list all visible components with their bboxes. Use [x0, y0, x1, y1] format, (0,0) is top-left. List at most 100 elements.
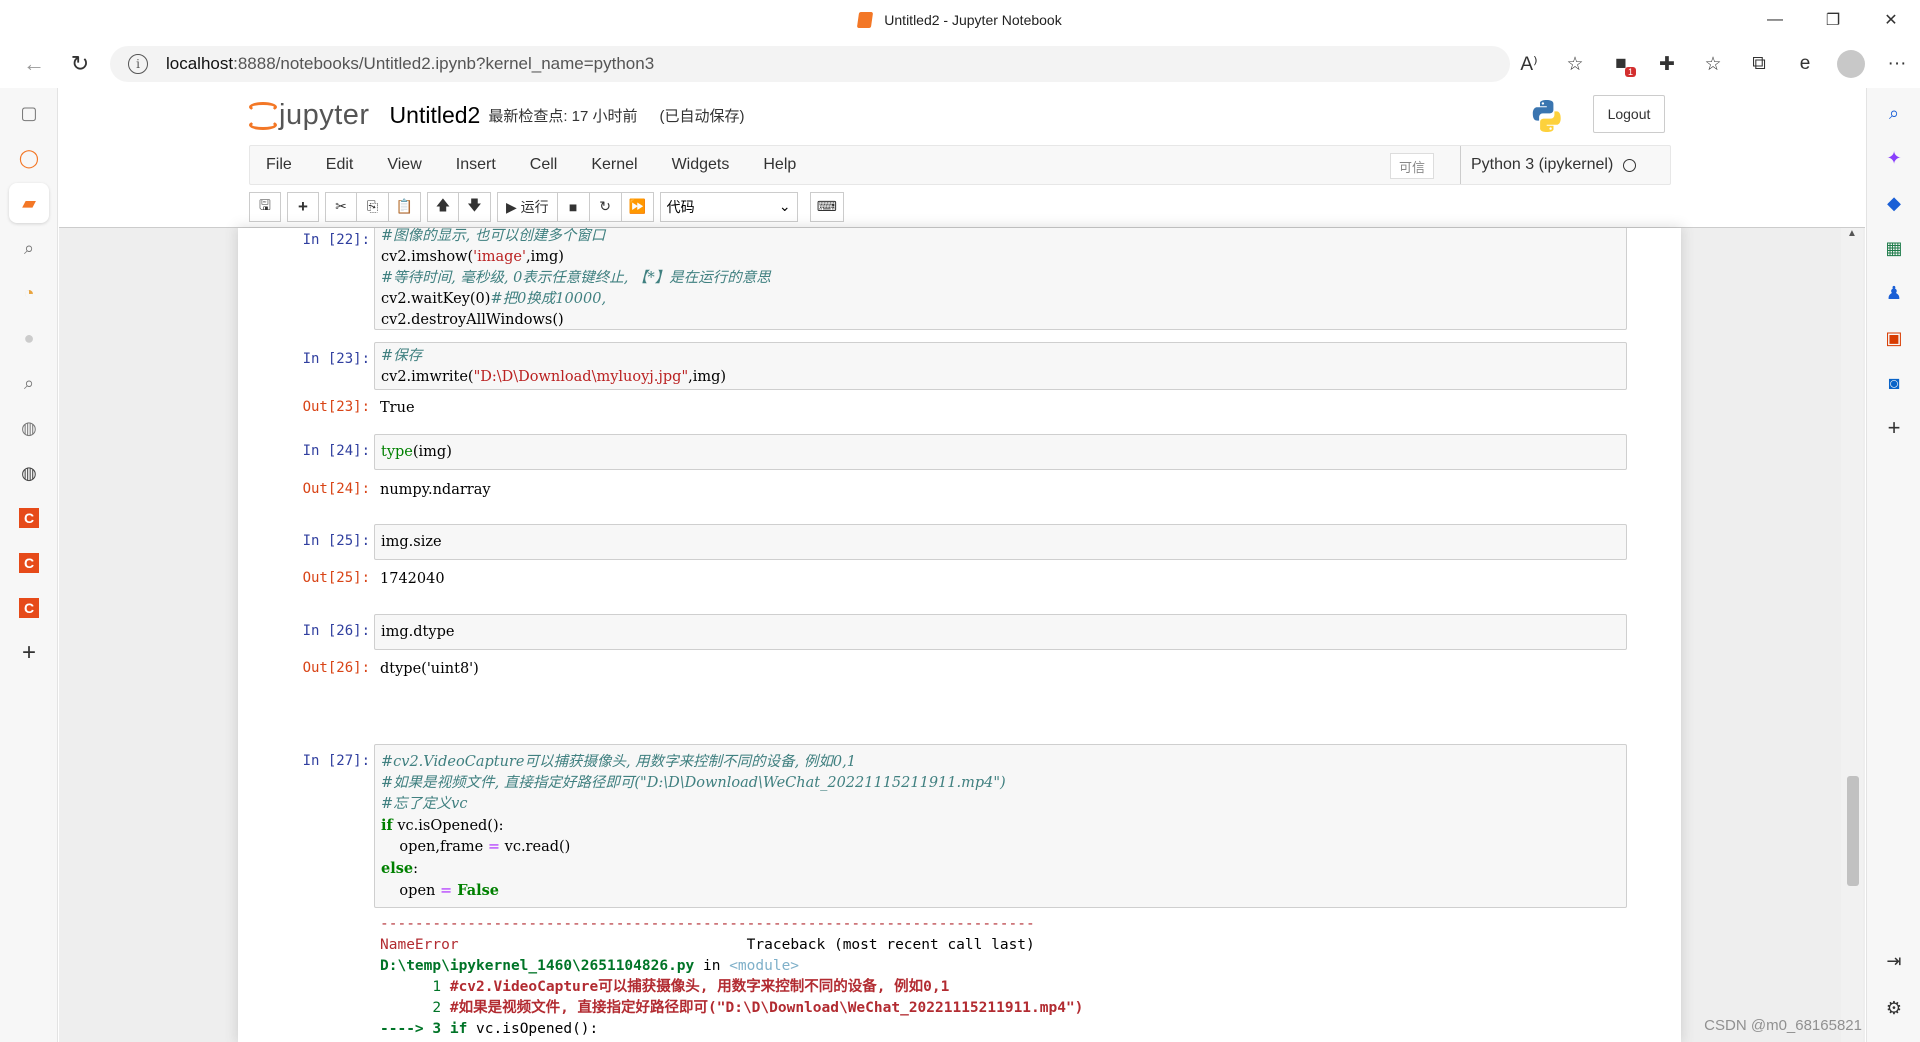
notebook-header: jupyter Untitled2 最新检查点: 17 小时前 (已自动保存) … — [59, 88, 1865, 228]
restore-button[interactable]: ❐ — [1804, 0, 1862, 40]
cell-type-select[interactable]: 代码 ⌄ — [659, 191, 798, 222]
move-up-button[interactable]: 🡅 — [427, 191, 459, 222]
search-icon[interactable]: ⌕ — [1874, 93, 1914, 133]
info-icon[interactable]: i — [128, 54, 148, 74]
trusted-indicator[interactable]: 可信 — [1390, 153, 1435, 179]
menu-cell[interactable]: Cell — [513, 156, 575, 174]
menu-widgets[interactable]: Widgets — [655, 156, 747, 174]
search-tab-icon-2[interactable]: ⌕ — [9, 363, 49, 403]
code-operator: = — [487, 839, 501, 855]
csdn-tab-icon-3[interactable]: C — [9, 588, 49, 628]
code-line: img.dtype — [381, 624, 455, 640]
more-menu-icon[interactable]: ··· — [1874, 53, 1920, 75]
page-scrollbar[interactable]: ▲ — [1841, 228, 1863, 1042]
scroll-up-icon[interactable]: ▲ — [1841, 228, 1863, 244]
favorite-add-icon[interactable]: ☆ — [1552, 53, 1598, 76]
dot-tab-icon[interactable]: ● — [9, 318, 49, 358]
code-line: ,img) — [526, 249, 564, 265]
menu-insert[interactable]: Insert — [439, 156, 513, 174]
outlook-icon[interactable]: ◙ — [1874, 363, 1914, 403]
output-prompt: Out[26]: — [302, 660, 370, 676]
autosave-status: (已自动保存) — [659, 108, 745, 125]
jupyter-tab-icon[interactable]: ◯ — [9, 138, 49, 178]
hide-sidebar-icon[interactable]: ⇥ — [1874, 941, 1914, 981]
code-line: cv2.imwrite( — [381, 369, 474, 385]
jupyter-logo-icon — [249, 100, 277, 132]
search-tab-icon[interactable]: ⌕ — [9, 228, 49, 268]
cut-button[interactable]: ✂ — [325, 191, 357, 222]
code-input[interactable]: #保存 cv2.imwrite("D:\D\Download\myluoyj.j… — [374, 342, 1627, 390]
traceback-line: #cv2.VideoCapture可以捕获摄像头, 用数字来控制不同的设备, 例… — [449, 979, 950, 995]
code-keyword: False — [452, 882, 499, 899]
traceback-line: #如果是视频文件, 直接指定好路径即可("D:\D\Download\WeCha… — [449, 1000, 1084, 1016]
jupyter-logo[interactable]: jupyter — [249, 99, 370, 132]
read-aloud-icon[interactable]: A⁾ — [1506, 53, 1552, 76]
menu-edit[interactable]: Edit — [309, 156, 371, 174]
code-builtin: type — [381, 444, 413, 460]
restart-run-all-button[interactable]: ⏩ — [621, 191, 654, 222]
close-button[interactable]: ✕ — [1862, 0, 1920, 40]
kernel-indicator[interactable]: Python 3 (ipykernel) — [1460, 146, 1637, 184]
copy-button[interactable]: ⎘ — [357, 191, 389, 222]
run-button[interactable]: ▶ 运行 — [497, 191, 558, 222]
games-icon[interactable]: ♟ — [1874, 273, 1914, 313]
paste-button[interactable]: 📋 — [389, 191, 421, 222]
chrome-tab-icon[interactable]: ◔ — [9, 273, 49, 313]
code-line: #cv2.VideoCapture可以捕获摄像头, 用数字来控制不同的设备, 例… — [381, 754, 856, 770]
code-line: vc.read() — [500, 839, 571, 855]
input-prompt: In [23]: — [302, 351, 370, 367]
globe-tab-icon-2[interactable]: ◍ — [9, 453, 49, 493]
url-path: :8888/notebooks/Untitled2.ipynb?kernel_n… — [233, 54, 655, 73]
interrupt-button[interactable]: ■ — [557, 191, 590, 222]
traceback-keyword: if — [449, 1021, 468, 1037]
profile-avatar[interactable] — [1828, 50, 1874, 78]
csdn-watermark: CSDN @m0_68165821 — [1704, 1017, 1862, 1034]
menu-help[interactable]: Help — [746, 156, 813, 174]
kernel-name: Python 3 (ipykernel) — [1471, 156, 1614, 173]
save-button[interactable]: 🖫 — [249, 191, 281, 222]
command-palette-button[interactable]: ⌨ — [809, 191, 844, 222]
traceback-arrow: ----> 3 — [380, 1021, 450, 1037]
new-tab-icon[interactable]: + — [9, 633, 49, 673]
refresh-icon[interactable]: ↻ — [60, 46, 100, 82]
code-input[interactable]: type(img) — [374, 434, 1627, 470]
menu-file[interactable]: File — [250, 156, 309, 174]
traceback-file: D:\temp\ipykernel_1460\2651104826.py — [380, 958, 695, 974]
office-icon[interactable]: ▣ — [1874, 318, 1914, 358]
code-input[interactable]: #图像的显示, 也可以创建多个窗口 cv2.imshow('image',img… — [374, 228, 1627, 330]
tab-actions-icon[interactable]: ▢ — [9, 93, 49, 133]
favorites-icon[interactable]: ☆ — [1690, 53, 1736, 76]
globe-tab-icon[interactable]: ◍ — [9, 408, 49, 448]
notebook-name[interactable]: Untitled2 — [390, 102, 481, 129]
code-line: vc.isOpened(): — [392, 818, 504, 834]
copilot-icon[interactable]: ✦ — [1874, 138, 1914, 178]
code-input[interactable]: img.dtype — [374, 614, 1627, 650]
collections-icon[interactable]: ⧉ — [1736, 53, 1782, 75]
shopping-icon[interactable]: ◆ — [1874, 183, 1914, 223]
minimize-button[interactable]: — — [1746, 0, 1804, 40]
code-string: "D:\D\Download\myluoyj.jpg" — [473, 369, 689, 385]
address-bar[interactable]: i localhost:8888/notebooks/Untitled2.ipy… — [110, 46, 1510, 82]
scrollbar-thumb[interactable] — [1847, 776, 1859, 886]
traceback-output: ----------------------------------------… — [380, 914, 1083, 1040]
code-input[interactable]: #cv2.VideoCapture可以捕获摄像头, 用数字来控制不同的设备, 例… — [374, 744, 1627, 908]
add-sidebar-icon[interactable]: + — [1874, 408, 1914, 448]
csdn-tab-icon-1[interactable]: C — [9, 498, 49, 538]
back-icon[interactable]: ← — [14, 46, 54, 82]
menu-kernel[interactable]: Kernel — [574, 156, 654, 174]
logout-button[interactable]: Logout — [1593, 95, 1665, 133]
insert-cell-button[interactable]: + — [287, 191, 319, 222]
csdn-tab-icon-2[interactable]: C — [9, 543, 49, 583]
move-down-button[interactable]: 🡇 — [459, 191, 491, 222]
menu-view[interactable]: View — [370, 156, 438, 174]
menu-bar: File Edit View Insert Cell Kernel Widget… — [249, 145, 1671, 185]
ie-mode-icon[interactable]: e — [1782, 53, 1828, 75]
extensions-icon[interactable]: ✚ — [1644, 53, 1690, 76]
settings-icon[interactable]: ⚙ — [1874, 988, 1914, 1028]
restart-button[interactable]: ↻ — [589, 191, 622, 222]
notebook-tab-icon-active[interactable]: ▰ — [9, 183, 49, 223]
extension-icon[interactable]: ■ 1 — [1598, 53, 1644, 77]
tools-icon[interactable]: ▦ — [1874, 228, 1914, 268]
code-input[interactable]: img.size — [374, 524, 1627, 560]
code-line: #图像的显示, 也可以创建多个窗口 — [381, 228, 606, 244]
